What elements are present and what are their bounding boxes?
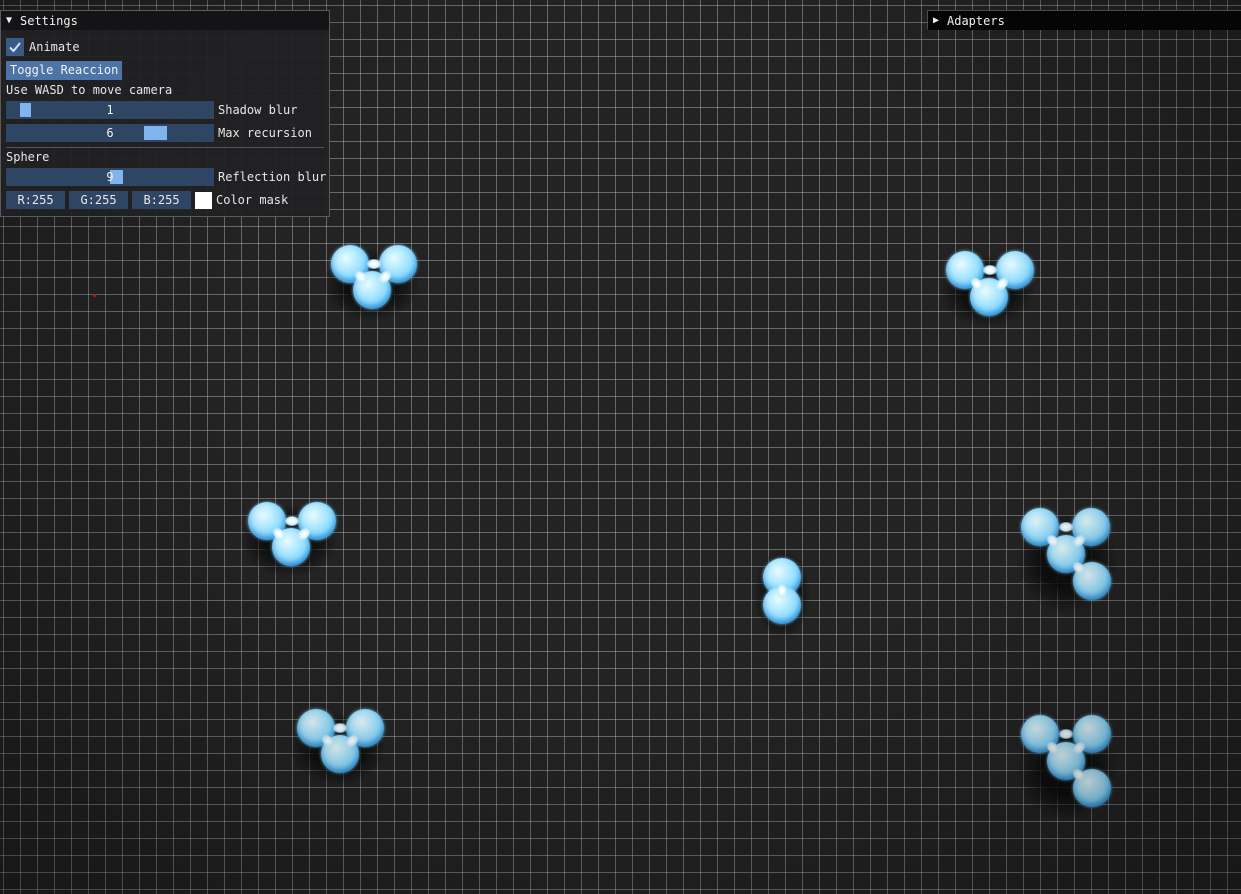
- reflection-blur-label: Reflection blur: [218, 170, 327, 184]
- color-swatch[interactable]: [195, 191, 212, 209]
- animate-row[interactable]: Animate: [6, 37, 80, 57]
- triangle-right-icon[interactable]: ▶: [933, 15, 947, 26]
- animate-checkbox[interactable]: [6, 38, 24, 56]
- adapters-titlebar[interactable]: ▶ Adapters: [928, 11, 1241, 30]
- max-recursion-value: 6: [106, 126, 114, 140]
- section-title: Sphere: [6, 150, 50, 164]
- shadow-blur-value: 1: [106, 103, 114, 117]
- settings-window[interactable]: ▼ Settings Animate Toggle Reaccion Use W…: [0, 10, 330, 217]
- reflection-blur-slider[interactable]: 9: [6, 168, 214, 186]
- color-r-field[interactable]: R:255: [6, 191, 65, 209]
- toggle-reaccion-button[interactable]: Toggle Reaccion: [6, 60, 123, 80]
- shadow-blur-label: Shadow blur: [218, 103, 298, 117]
- separator: [6, 147, 324, 148]
- triangle-down-icon[interactable]: ▼: [6, 15, 20, 26]
- molecule-cluster: [1012, 506, 1122, 616]
- animate-label: Animate: [29, 40, 80, 54]
- molecule-cluster: [937, 239, 1037, 339]
- molecule-cluster: [732, 542, 832, 642]
- max-recursion-label: Max recursion: [218, 126, 312, 140]
- molecule-cluster: [1012, 713, 1122, 823]
- shadow-blur-slider[interactable]: 1: [6, 101, 214, 119]
- color-g-field[interactable]: G:255: [69, 191, 128, 209]
- settings-title: Settings: [20, 13, 78, 28]
- color-mask-label: Color mask: [216, 193, 289, 207]
- camera-hint: Use WASD to move camera: [6, 83, 173, 97]
- settings-titlebar[interactable]: ▼ Settings: [1, 11, 329, 30]
- molecule-cluster: [288, 697, 388, 797]
- molecule-cluster: [239, 489, 339, 589]
- light-marker: [93, 294, 96, 297]
- color-b-field[interactable]: B:255: [132, 191, 191, 209]
- checkmark-icon: [9, 42, 21, 53]
- max-recursion-slider[interactable]: 6: [6, 124, 214, 142]
- reflection-blur-value: 9: [106, 170, 114, 184]
- adapters-window[interactable]: ▶ Adapters: [927, 10, 1241, 30]
- molecule-cluster: [321, 233, 421, 333]
- adapters-title: Adapters: [947, 13, 1005, 28]
